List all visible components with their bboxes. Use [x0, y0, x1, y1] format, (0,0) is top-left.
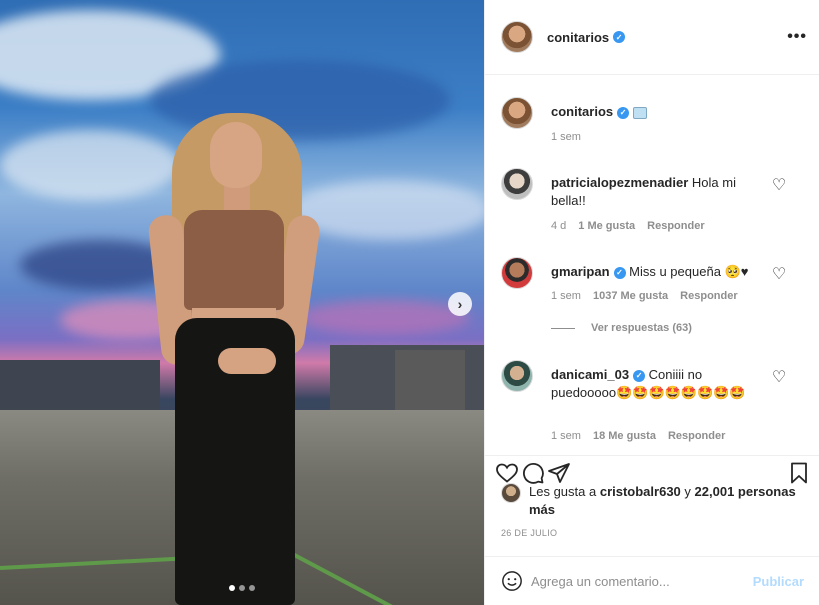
comment-meta: 4 d 1 Me gusta Responder — [551, 220, 705, 232]
like-heart-icon[interactable] — [495, 461, 519, 485]
comment-text: Miss u pequeña 🥺♥ — [629, 264, 749, 279]
save-bookmark-icon[interactable] — [787, 461, 811, 485]
comment-body: patricialopezmenadier Hola mi bella!! — [551, 174, 766, 210]
comment-username[interactable]: patricialopezmenadier — [551, 175, 688, 190]
author-username[interactable]: conitarios — [547, 30, 609, 45]
more-options-icon[interactable]: ••• — [787, 28, 807, 46]
caption-body: conitarios ✓ — [551, 103, 771, 121]
post-side-panel: conitarios ✓ ••• conitarios ✓ 1 sem patri… — [484, 0, 819, 605]
like-comment-heart-icon[interactable]: ♡ — [769, 265, 789, 285]
comment-likes[interactable]: 1037 Me gusta — [593, 290, 668, 302]
likes-summary: Les gusta a cristobalr630 y 22,001 perso… — [501, 483, 801, 519]
comment-time[interactable]: 1 sem — [551, 290, 581, 302]
cloud-shape — [0, 130, 180, 200]
caption-time[interactable]: 1 sem — [551, 131, 581, 143]
likes-and: y — [684, 484, 691, 499]
likes-user[interactable]: cristobalr630 — [600, 484, 681, 499]
person-face — [210, 122, 262, 188]
comment-username[interactable]: gmaripan — [551, 264, 610, 279]
reply-button[interactable]: Responder — [647, 220, 704, 232]
carousel-indicator — [229, 585, 255, 591]
comment-meta: 1 sem 18 Me gusta Responder — [551, 430, 725, 442]
comment-likes[interactable]: 18 Me gusta — [593, 430, 656, 442]
add-comment-bar: Publicar — [485, 556, 819, 605]
reply-button[interactable]: Responder — [668, 430, 725, 442]
person-top — [184, 210, 284, 310]
avatar[interactable] — [501, 97, 533, 129]
comment-likes[interactable]: 1 Me gusta — [578, 220, 635, 232]
carousel-dot — [229, 585, 235, 591]
likes-text[interactable]: Les gusta a cristobalr630 y 22,001 perso… — [529, 483, 801, 519]
building — [0, 360, 160, 410]
chevron-right-icon: › — [457, 296, 463, 312]
cloud-shape — [300, 300, 470, 335]
avatar[interactable] — [501, 360, 533, 392]
comment-time[interactable]: 1 sem — [551, 430, 581, 442]
comment-meta: 1 sem 1037 Me gusta Responder — [551, 290, 738, 302]
comments-list[interactable]: conitarios ✓ 1 sem patricialopezmenadier … — [485, 75, 819, 455]
avatar[interactable] — [501, 257, 533, 289]
ice-cube-emoji-icon — [633, 106, 648, 119]
carousel-dot — [249, 585, 255, 591]
avatar[interactable] — [501, 168, 533, 200]
replies-divider — [551, 327, 575, 329]
comment-bubble-icon[interactable] — [521, 461, 545, 485]
avatar[interactable] — [501, 21, 533, 53]
carousel-dot — [239, 585, 245, 591]
publish-button[interactable]: Publicar — [753, 574, 804, 589]
building — [395, 350, 465, 410]
post-photo[interactable]: › — [0, 0, 484, 605]
verified-badge-icon: ✓ — [633, 369, 646, 382]
like-comment-heart-icon[interactable]: ♡ — [769, 176, 789, 196]
person-hands — [218, 348, 276, 374]
comment-body: danicami_03 ✓ Coniiii no puedooooo🤩🤩🤩🤩🤩🤩🤩… — [551, 366, 766, 402]
share-paper-plane-icon[interactable] — [547, 461, 571, 485]
post-header: conitarios ✓ ••• — [485, 0, 819, 75]
comment-username[interactable]: danicami_03 — [551, 367, 629, 382]
comment-input[interactable] — [531, 573, 753, 589]
caption-username[interactable]: conitarios — [551, 104, 613, 119]
emoji-smile-icon[interactable] — [501, 570, 523, 592]
comment-body: gmaripan ✓ Miss u pequeña 🥺♥ — [551, 263, 771, 281]
verified-badge-icon: ✓ — [617, 106, 630, 119]
like-comment-heart-icon[interactable]: ♡ — [769, 368, 789, 388]
reply-button[interactable]: Responder — [680, 290, 737, 302]
likes-prefix: Les gusta a — [529, 484, 597, 499]
post-date[interactable]: 26 DE JULIO — [501, 528, 557, 538]
verified-badge-icon: ✓ — [613, 31, 626, 43]
comment-time[interactable]: 4 d — [551, 220, 566, 232]
caption-meta: 1 sem — [551, 131, 581, 143]
verified-badge-icon: ✓ — [613, 266, 626, 279]
view-replies-label: Ver respuestas (63) — [591, 322, 692, 334]
next-photo-button[interactable]: › — [448, 292, 472, 316]
avatar[interactable] — [501, 483, 521, 503]
view-replies-button[interactable]: Ver respuestas (63) — [551, 322, 692, 334]
